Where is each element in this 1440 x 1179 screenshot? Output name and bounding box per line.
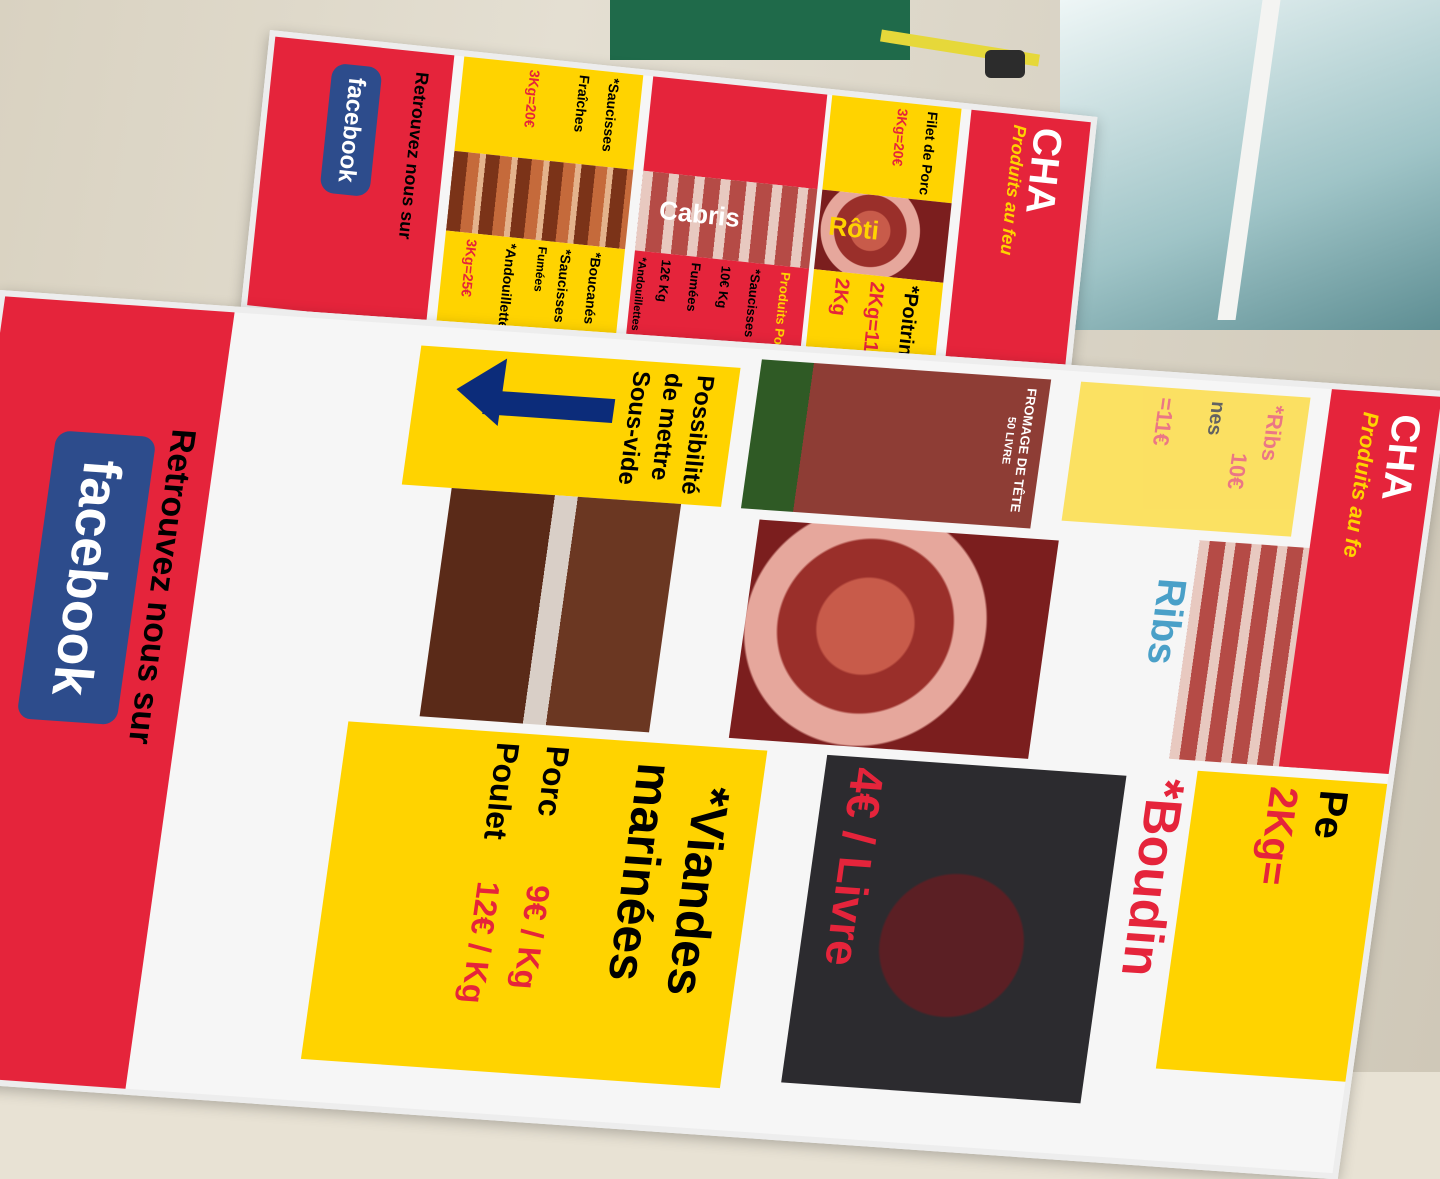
back-2kg-price: 2Kg	[827, 277, 854, 317]
back-filet-box: Filet de Porc 3Kg=20€	[822, 95, 962, 204]
back-saucisses-fraiches: *Saucisses	[599, 77, 623, 153]
back-saucisses2: *Saucisses	[551, 248, 575, 324]
front-sign-panel: Retrouvez nous sur facebook Possibilité …	[0, 290, 1440, 1179]
back-fumees2: Fumées	[531, 245, 550, 293]
back-footer-band: Retrouvez nous sur facebook	[247, 36, 455, 324]
front-ribs-price-box: *Ribs 10€ nes =11€	[1061, 381, 1311, 537]
front-boudin-price: 4€ / Livre	[814, 765, 895, 968]
back-filet-price: 3Kg=20€	[889, 107, 912, 168]
back-filet-label: Filet de Porc	[916, 110, 942, 197]
back-roti-label: Rôti	[827, 210, 881, 246]
back-saucisses-poulet: *Saucisses	[741, 268, 764, 339]
front-possibilite-box: Possibilité de mettre Sous-vide	[401, 345, 741, 507]
back-boucanes: *Boucanés	[581, 251, 605, 326]
front-meat-tray-photo	[728, 519, 1059, 759]
front-ribs-label: *Ribs	[1256, 404, 1290, 463]
back-fraiches: Fraîches	[571, 74, 593, 134]
front-vacuum-photo	[419, 487, 682, 733]
down-arrow-shaft	[482, 390, 616, 424]
back-saucisses-price: 3Kg=20€	[521, 69, 544, 129]
back-fumees: Fumées	[683, 262, 704, 313]
tape-measure	[985, 50, 1025, 78]
front-porc: Porc	[530, 744, 577, 818]
front-pe-price: 2Kg=	[1248, 785, 1307, 887]
front-poulet-price: 12€ / Kg	[453, 880, 508, 1005]
front-boudin-photo: 4€ / Livre	[781, 754, 1127, 1104]
front-poulet: Poulet	[476, 741, 527, 841]
front-porc-price: 9€ / Kg	[506, 883, 557, 991]
front-ribs-price: 10€	[1222, 452, 1253, 491]
front-fromage-photo: FROMAGE DE TÊTE 50 LIVRE	[740, 359, 1052, 529]
back-bottom-price: 3Kg=25€	[458, 238, 481, 298]
front-ribs-sub: nes	[1202, 400, 1230, 437]
back-header-band: CHA Produits au feu	[943, 109, 1091, 391]
back-andouillettes-poulet: *Andouillettes	[628, 256, 649, 332]
back-andouillettes: *Andouillettes	[494, 242, 520, 338]
front-footer-band: Retrouvez nous sur facebook	[0, 296, 235, 1089]
back-facebook-logo: facebook	[319, 62, 383, 198]
back-fumees-price: 12€ Kg	[654, 258, 675, 303]
back-roti-photo: Rôti	[813, 189, 952, 283]
back-saucisses-poulet-price: 10€ Kg	[714, 265, 734, 310]
back-retrouvez: Retrouvez nous sur	[394, 71, 433, 241]
front-pe: Pe	[1305, 788, 1356, 841]
front-pe-box: Pe 2Kg=	[1155, 770, 1388, 1082]
back-saucisses-box: *Saucisses Fraîches 3Kg=20€	[454, 56, 644, 170]
front-ribs-price2: =11€	[1147, 396, 1180, 447]
back-red-box-top	[643, 76, 828, 190]
back-cabris-label: Cabris	[657, 194, 742, 234]
front-viandes-box: *Viandes marinées Porc 9€ / Kg Poulet 12…	[300, 721, 768, 1089]
down-arrow-icon	[451, 355, 508, 427]
cutting-mat	[610, 0, 910, 60]
